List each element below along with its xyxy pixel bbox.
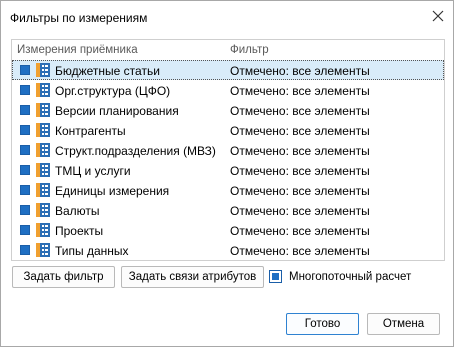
- filter-value: Отмечено: все элементы: [230, 64, 370, 78]
- dimension-name: Версии планирования: [55, 104, 179, 118]
- dimension-name: Контрагенты: [55, 124, 126, 138]
- dimension-icon: [36, 103, 50, 117]
- filter-value: Отмечено: все элементы: [230, 204, 370, 218]
- row-checkbox[interactable]: [20, 85, 30, 95]
- row-checkbox[interactable]: [20, 105, 30, 115]
- table-row[interactable]: Единицы измерения Отмечено: все элементы: [12, 180, 444, 200]
- filter-value: Отмечено: все элементы: [230, 144, 370, 158]
- row-checkbox[interactable]: [20, 245, 30, 255]
- dialog-title: Фильтры по измерениям: [10, 11, 148, 25]
- checkbox-mark: [272, 273, 279, 280]
- row-checkbox[interactable]: [20, 185, 30, 195]
- dimension-name: Типы данных: [55, 244, 129, 258]
- dimension-name: Единицы измерения: [55, 184, 170, 198]
- filter-value: Отмечено: все элементы: [230, 124, 370, 138]
- dimension-name: Проекты: [55, 224, 104, 238]
- filter-value: Отмечено: все элементы: [230, 184, 370, 198]
- dimension-name: ТМЦ и услуги: [55, 164, 131, 178]
- table-row[interactable]: Версии планирования Отмечено: все элемент…: [12, 100, 444, 120]
- dimension-icon: [36, 143, 50, 157]
- done-button[interactable]: Готово: [286, 313, 359, 335]
- filter-value: Отмечено: все элементы: [230, 164, 370, 178]
- dimension-icon: [36, 123, 50, 137]
- column-header-filter[interactable]: Фильтр: [230, 44, 269, 56]
- filter-value: Отмечено: все элементы: [230, 244, 370, 258]
- dimension-name: Структ.подразделения (МВЗ): [55, 144, 216, 158]
- row-checkbox[interactable]: [20, 65, 30, 75]
- filter-value: Отмечено: все элементы: [230, 224, 370, 238]
- table-row[interactable]: Бюджетные статьи Отмечено: все элементы: [12, 60, 444, 80]
- row-checkbox[interactable]: [20, 205, 30, 215]
- filter-value: Отмечено: все элементы: [230, 84, 370, 98]
- dimension-icon: [36, 63, 50, 77]
- row-checkbox[interactable]: [20, 165, 30, 175]
- table-row[interactable]: ТМЦ и услуги Отмечено: все элементы: [12, 160, 444, 180]
- dimension-icon: [36, 183, 50, 197]
- filter-dialog: Фильтры по измерениям Измерения приёмник…: [0, 0, 454, 347]
- dimensions-table: Измерения приёмника Фильтр Бюджетные ста…: [11, 39, 445, 261]
- title-bar: Фильтры по измерениям: [1, 1, 453, 35]
- dimension-name: Бюджетные статьи: [55, 64, 160, 78]
- dimension-icon: [36, 83, 50, 97]
- cancel-button[interactable]: Отмена: [367, 313, 440, 335]
- table-row[interactable]: Проекты Отмечено: все элементы: [12, 220, 444, 240]
- row-checkbox[interactable]: [20, 145, 30, 155]
- set-attribute-links-button[interactable]: Задать связи атрибутов: [121, 266, 264, 288]
- close-icon: [432, 10, 444, 22]
- table-row[interactable]: Контрагенты Отмечено: все элементы: [12, 120, 444, 140]
- row-checkbox[interactable]: [20, 125, 30, 135]
- column-header-dimension[interactable]: Измерения приёмника: [17, 44, 138, 56]
- table-row[interactable]: Валюты Отмечено: все элементы: [12, 200, 444, 220]
- dimension-icon: [36, 163, 50, 177]
- dimension-name: Орг.структура (ЦФО): [55, 84, 171, 98]
- dimension-icon: [36, 203, 50, 217]
- dimension-icon: [36, 243, 50, 257]
- set-filter-button[interactable]: Задать фильтр: [12, 266, 115, 288]
- filter-value: Отмечено: все элементы: [230, 104, 370, 118]
- close-button[interactable]: [425, 3, 451, 29]
- table-row[interactable]: Структ.подразделения (МВЗ) Отмечено: все …: [12, 140, 444, 160]
- dimension-name: Валюты: [55, 204, 100, 218]
- multithread-label: Многопоточный расчет: [289, 271, 412, 283]
- dimension-icon: [36, 223, 50, 237]
- row-checkbox[interactable]: [20, 225, 30, 235]
- table-row[interactable]: Орг.структура (ЦФО) Отмечено: все элемент…: [12, 80, 444, 100]
- table-row[interactable]: Типы данных Отмечено: все элементы: [12, 240, 444, 260]
- table-header: Измерения приёмника Фильтр: [12, 40, 444, 60]
- multithread-checkbox[interactable]: [269, 270, 282, 283]
